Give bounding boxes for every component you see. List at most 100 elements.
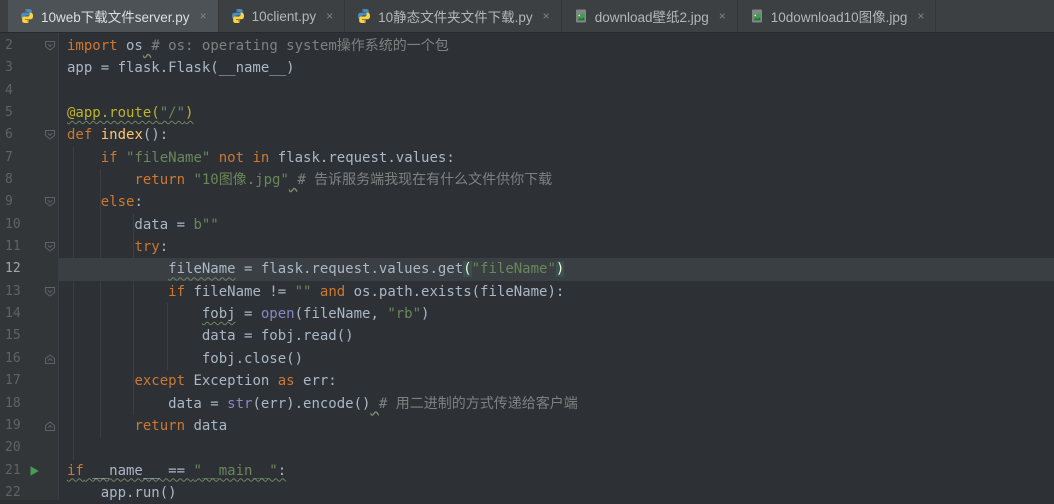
code-line[interactable]: data = str(err).encode() # 用二进制的方式传递给客户端 <box>58 393 1054 415</box>
gutter-cell[interactable]: 5 <box>0 102 58 124</box>
code-line[interactable]: return "10图像.jpg" # 告诉服务端我现在有什么文件供你下载 <box>58 169 1054 191</box>
gutter-cell[interactable]: 20 <box>0 437 58 459</box>
code-token <box>67 373 134 389</box>
gutter-cell[interactable]: 12 <box>0 258 58 280</box>
line-number: 3 <box>5 57 13 79</box>
code-line[interactable]: except Exception as err: <box>58 370 1054 392</box>
code-token: # 用二进制的方式传递给客户端 <box>379 396 578 412</box>
gutter-cell[interactable]: 18 <box>0 393 58 415</box>
close-icon[interactable]: × <box>917 10 924 22</box>
code-line[interactable]: if "fileName" not in flask.request.value… <box>58 147 1054 169</box>
code-line[interactable]: @app.route("/") <box>58 102 1054 124</box>
editor-tab[interactable]: download壁纸2.jpg× <box>562 0 738 32</box>
gutter-cell[interactable]: 15 <box>0 325 58 347</box>
code-token <box>67 239 134 255</box>
code-token: "fileName" <box>126 150 210 166</box>
gutter-cell[interactable]: 11 <box>0 236 58 258</box>
code-token: data <box>185 418 227 434</box>
code-token: flask.request.values: <box>269 150 454 166</box>
gutter-cell[interactable]: 7 <box>0 147 58 169</box>
gutter-cell[interactable]: 8 <box>0 169 58 191</box>
code-row: 7 if "fileName" not in flask.request.val… <box>0 147 1054 169</box>
run-icon[interactable] <box>28 465 40 477</box>
line-number: 18 <box>5 393 21 415</box>
gutter-cell[interactable]: 3 <box>0 57 58 79</box>
close-icon[interactable]: × <box>719 10 726 22</box>
code-row: 4 <box>0 80 1054 102</box>
code-line[interactable]: if __name__ == "__main__": <box>58 460 1054 482</box>
fold-down-icon[interactable] <box>44 286 56 298</box>
code-token: __name__ == <box>84 463 194 479</box>
code-token: open <box>261 306 295 322</box>
editor-tab-bar: 10web下载文件server.py×10client.py×10静态文件夹文件… <box>0 0 1054 33</box>
fold-down-icon[interactable] <box>44 196 56 208</box>
close-icon[interactable]: × <box>200 10 207 22</box>
gutter-cell[interactable]: 13 <box>0 281 58 303</box>
gutter-cell[interactable]: 21 <box>0 460 58 482</box>
code-line[interactable]: import os # os: operating system操作系统的一个包 <box>58 35 1054 57</box>
close-icon[interactable]: × <box>543 10 550 22</box>
code-row: 2import os # os: operating system操作系统的一个… <box>0 35 1054 57</box>
gutter-cell[interactable]: 9 <box>0 191 58 213</box>
code-line[interactable]: app = flask.Flask(__name__) <box>58 57 1054 79</box>
gutter-cell[interactable]: 14 <box>0 303 58 325</box>
editor-tab[interactable]: 10download10图像.jpg× <box>738 0 937 32</box>
code-line[interactable] <box>58 437 1054 459</box>
python-file-icon <box>230 8 246 24</box>
editor-tab[interactable]: 10client.py× <box>219 0 346 32</box>
gutter-cell[interactable]: 10 <box>0 214 58 236</box>
code-token: return <box>134 418 185 434</box>
code-line[interactable]: return data <box>58 415 1054 437</box>
code-token: as <box>278 373 295 389</box>
code-token: ) <box>556 261 564 277</box>
code-token: ( <box>463 261 471 277</box>
code-token <box>67 418 134 434</box>
editor-tab[interactable]: 10静态文件夹文件下载.py× <box>345 0 562 32</box>
fold-up-icon[interactable] <box>44 420 56 432</box>
code-line[interactable]: try: <box>58 236 1054 258</box>
code-token: : <box>278 463 286 479</box>
line-number: 12 <box>5 258 21 280</box>
line-number: 20 <box>5 437 21 459</box>
fold-up-icon[interactable] <box>44 353 56 365</box>
code-row: 19 return data <box>0 415 1054 437</box>
line-number: 15 <box>5 325 21 347</box>
code-line[interactable]: app.run() <box>58 482 1054 504</box>
code-line[interactable]: else: <box>58 191 1054 213</box>
code-line[interactable]: data = fobj.read() <box>58 325 1054 347</box>
code-row: 6def index(): <box>0 124 1054 146</box>
gutter-cell[interactable]: 22 <box>0 482 58 504</box>
fold-down-icon[interactable] <box>44 40 56 52</box>
code-row: 13 if fileName != "" and os.path.exists(… <box>0 281 1054 303</box>
editor-tab[interactable]: 10web下载文件server.py× <box>8 0 219 32</box>
line-number: 9 <box>5 191 13 213</box>
code-row: 14 fobj = open(fileName, "rb") <box>0 303 1054 325</box>
code-token: not <box>219 150 244 166</box>
gutter-cell[interactable]: 4 <box>0 80 58 102</box>
code-line[interactable]: fobj.close() <box>58 348 1054 370</box>
gutter-cell[interactable]: 17 <box>0 370 58 392</box>
gutter-cell[interactable]: 2 <box>0 35 58 57</box>
gutter-cell[interactable]: 19 <box>0 415 58 437</box>
gutter-cell[interactable]: 6 <box>0 124 58 146</box>
code-token: data = <box>67 217 193 233</box>
gutter-cell[interactable]: 16 <box>0 348 58 370</box>
code-line[interactable] <box>58 80 1054 102</box>
fold-down-icon[interactable] <box>44 241 56 253</box>
code-token: (fileName, <box>295 306 388 322</box>
code-line[interactable]: def index(): <box>58 124 1054 146</box>
code-line[interactable]: fileName = flask.request.values.get("fil… <box>58 258 1054 280</box>
code-token: except <box>134 373 185 389</box>
code-token <box>67 261 168 277</box>
fold-down-icon[interactable] <box>44 129 56 141</box>
code-line[interactable]: fobj = open(fileName, "rb") <box>58 303 1054 325</box>
code-line[interactable]: if fileName != "" and os.path.exists(fil… <box>58 281 1054 303</box>
line-number: 17 <box>5 370 21 392</box>
code-row: 5@app.route("/") <box>0 102 1054 124</box>
code-row: 10 data = b"" <box>0 214 1054 236</box>
code-line[interactable]: data = b"" <box>58 214 1054 236</box>
code-editor[interactable]: 2import os # os: operating system操作系统的一个… <box>0 33 1054 500</box>
code-token: @app.route( <box>67 105 160 121</box>
line-number: 7 <box>5 147 13 169</box>
close-icon[interactable]: × <box>326 10 333 22</box>
